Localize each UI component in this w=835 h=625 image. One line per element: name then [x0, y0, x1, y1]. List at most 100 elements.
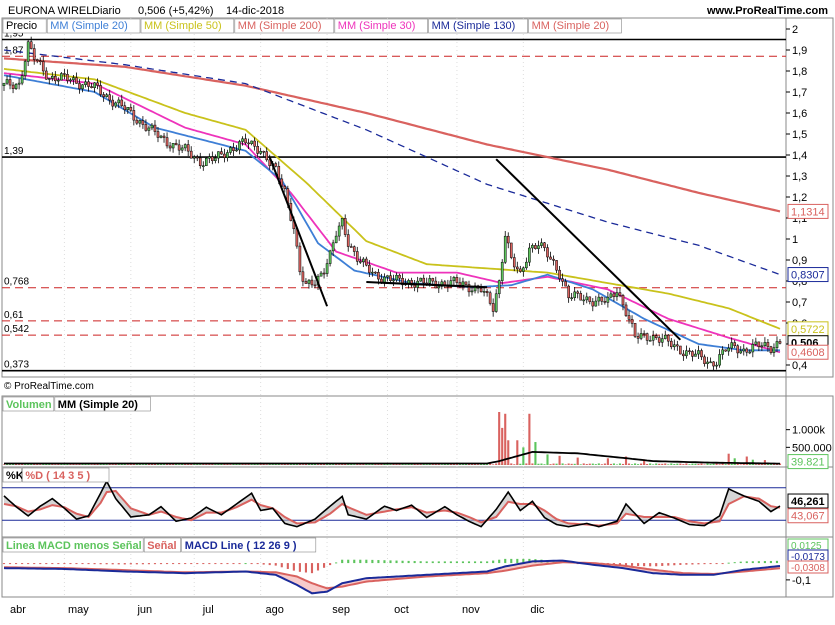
candle-body	[778, 341, 782, 344]
volume-spike	[606, 458, 609, 465]
candle-body	[663, 334, 667, 339]
candle-body	[195, 156, 199, 159]
candle-body	[721, 349, 724, 355]
macd-histogram-bar	[262, 563, 265, 565]
candle-body	[2, 82, 6, 86]
volume-bar	[178, 464, 181, 465]
candle-body	[93, 82, 96, 88]
macd-histogram-bar	[208, 563, 211, 565]
y-tick-label: 0,4	[792, 360, 807, 372]
candle-body	[5, 79, 9, 84]
candle-body	[262, 150, 265, 153]
y-tick-label: 1	[792, 234, 798, 246]
candle-body	[757, 341, 761, 347]
candle-body	[32, 48, 36, 60]
macd-histogram-bar	[443, 561, 446, 564]
candle-body	[63, 73, 66, 75]
price-tag-label: 0,4608	[791, 347, 825, 359]
candle-body	[679, 345, 682, 355]
macd-histogram-bar	[709, 563, 712, 565]
candle-body	[428, 278, 432, 284]
candle-body	[247, 142, 250, 145]
macd-histogram-bar	[117, 563, 120, 565]
candle-body	[745, 348, 749, 353]
candle-body	[250, 140, 253, 145]
candle-body	[26, 41, 30, 62]
macd-histogram-bar	[27, 563, 30, 565]
macd-histogram-bar	[57, 563, 60, 565]
macd-histogram-bar	[667, 563, 670, 566]
macd-histogram-bar	[45, 563, 48, 565]
volume-bar	[709, 463, 712, 465]
macd-histogram-bar	[679, 563, 682, 565]
volume-bar	[353, 464, 356, 465]
macd-histogram-bar	[661, 563, 664, 566]
volume-bar	[495, 463, 498, 465]
y-tick-label: 1,4	[792, 150, 807, 162]
candle-body	[573, 291, 576, 298]
macd-histogram-bar	[347, 559, 350, 564]
candle-body	[657, 337, 661, 343]
candle-body	[223, 153, 226, 158]
y-tick-label: 1,8	[792, 66, 807, 78]
legend-label: MM (Simple 50)	[144, 20, 222, 32]
volume-bar	[513, 464, 516, 465]
macd-histogram-bar	[256, 563, 259, 565]
candle-body	[567, 285, 570, 299]
candle-body	[204, 157, 208, 166]
candle-body	[87, 81, 90, 87]
candle-body	[29, 41, 33, 49]
candle-body	[328, 250, 332, 264]
macd-histogram-bar	[196, 563, 199, 565]
candle-body	[570, 297, 573, 299]
macd-histogram-bar	[99, 563, 102, 565]
candle-body	[733, 342, 737, 347]
macd-histogram-bar	[335, 562, 338, 564]
y-tick-label: 0,7	[792, 297, 807, 309]
candle-body	[612, 293, 616, 298]
x-tick-label-jul: jul	[202, 604, 214, 616]
candle-body	[313, 284, 317, 287]
price-tag-label: 1,1314	[791, 206, 825, 218]
candle-body	[229, 147, 232, 153]
volume-bar	[661, 463, 664, 465]
volume-bar	[531, 463, 534, 465]
macd-histogram-bar	[739, 561, 742, 564]
candle-body	[455, 277, 459, 283]
candle-body	[452, 277, 456, 281]
volume-spike	[522, 447, 525, 465]
macd-histogram-bar	[655, 563, 658, 567]
volume-bar	[229, 464, 232, 465]
candle-body	[443, 281, 447, 286]
candle-body	[156, 131, 160, 138]
candle-body	[54, 76, 57, 82]
volume-bar	[476, 464, 480, 465]
candle-body	[534, 245, 537, 249]
volume-bar	[597, 463, 600, 465]
x-tick-label-may: may	[68, 604, 89, 616]
macd-histogram-bar	[87, 563, 90, 565]
macd-histogram-bar	[516, 558, 519, 564]
volume-spike	[504, 413, 507, 465]
macd-histogram-bar	[226, 563, 229, 565]
candle-body	[96, 82, 99, 86]
candle-body	[639, 333, 643, 339]
candle-body	[736, 345, 740, 354]
macd-histogram-bar	[673, 563, 676, 566]
candle-body	[307, 279, 311, 284]
volume-spike	[516, 440, 519, 465]
level-label: 0,768	[4, 277, 29, 288]
volume-bar	[555, 463, 558, 465]
volume-bar	[667, 464, 670, 465]
macd-histogram-bar	[745, 561, 748, 564]
macd-histogram-bar	[769, 560, 772, 564]
candle-body	[516, 266, 519, 270]
candle-body	[177, 144, 181, 151]
candle-body	[739, 350, 743, 354]
candle-body	[51, 76, 54, 79]
candle-body	[208, 156, 211, 159]
macd-histogram-bar	[323, 563, 326, 568]
macd-histogram-bar	[69, 563, 72, 565]
candle-body	[748, 351, 752, 354]
macd-histogram-bar	[486, 561, 489, 564]
